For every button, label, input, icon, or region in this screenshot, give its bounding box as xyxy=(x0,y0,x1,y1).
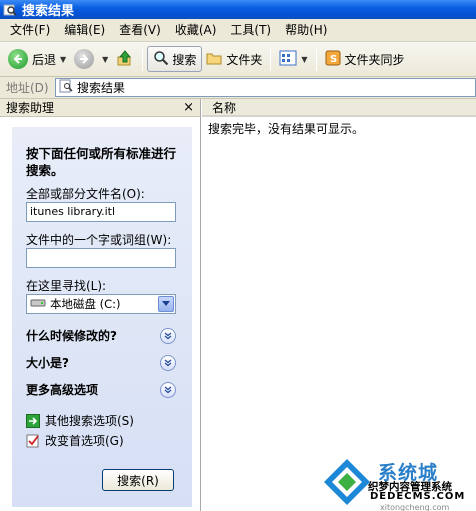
search-window-icon xyxy=(3,3,17,17)
views-dropdown-icon[interactable]: ▼ xyxy=(301,55,307,64)
section-advanced-options[interactable]: 更多高级选项 xyxy=(26,381,176,398)
menu-bar: 文件(F) 编辑(E) 查看(V) 收藏(A) 工具(T) 帮助(H) xyxy=(0,19,476,42)
toolbar-separator xyxy=(270,47,272,71)
phrase-label: 文件中的一个字或词组(W): xyxy=(26,233,172,247)
section-label: 什么时候修改的? xyxy=(26,329,117,343)
toolbar-separator xyxy=(315,47,317,71)
window-title: 搜索结果 xyxy=(22,4,75,19)
drive-icon xyxy=(30,297,46,311)
menu-tools[interactable]: 工具(T) xyxy=(224,19,279,42)
results-pane: 名称 搜索完毕，没有结果可显示。 xyxy=(202,99,476,511)
other-search-options-link[interactable]: 其他搜索选项(S) xyxy=(26,412,134,429)
sync-icon: S xyxy=(325,50,341,69)
folder-sync-button[interactable]: S 文件夹同步 xyxy=(321,46,409,72)
watermark: 系统城 织梦内容管理系统 DEDECMS.COM xitongcheng.com xyxy=(320,455,476,511)
menu-favorites[interactable]: 收藏(A) xyxy=(169,19,225,42)
menu-help[interactable]: 帮助(H) xyxy=(279,19,335,42)
search-prompt: 按下面任何或所有标准进行搜索。 xyxy=(26,146,177,178)
forward-dropdown-icon[interactable]: ▼ xyxy=(102,55,108,64)
pane-header: 搜索助理 × xyxy=(0,99,200,117)
up-folder-button[interactable] xyxy=(112,46,138,72)
back-label: 后退 xyxy=(32,52,57,67)
toolbar: 后退 ▼ ▼ 搜索 文件夹 ▼ S 文件夹同步 xyxy=(0,42,476,77)
section-size[interactable]: 大小是? xyxy=(26,354,176,371)
title-bar: 搜索结果 xyxy=(0,0,476,19)
back-button[interactable]: 后退 ▼ xyxy=(4,46,70,72)
views-grid-icon xyxy=(279,50,297,69)
search-button[interactable]: 搜索 xyxy=(147,46,203,72)
search-submit-button[interactable]: 搜索(R) xyxy=(102,469,174,491)
address-value: 搜索结果 xyxy=(77,81,126,95)
filename-input[interactable]: itunes library.itl xyxy=(26,202,176,222)
empty-results-message: 搜索完毕，没有结果可显示。 xyxy=(208,122,365,136)
change-preferences-link[interactable]: 改变首选项(G) xyxy=(26,432,124,449)
search-results-icon xyxy=(59,79,73,96)
watermark-site-domain: xitongcheng.com xyxy=(380,503,450,511)
svg-text:S: S xyxy=(330,54,337,65)
sync-label: 文件夹同步 xyxy=(344,52,405,67)
phrase-input[interactable] xyxy=(26,248,176,268)
search-label: 搜索 xyxy=(172,52,197,67)
menu-edit[interactable]: 编辑(E) xyxy=(58,19,113,42)
menu-file[interactable]: 文件(F) xyxy=(4,19,58,42)
forward-button[interactable]: ▼ xyxy=(70,46,112,72)
section-modified-date[interactable]: 什么时候修改的? xyxy=(26,327,176,344)
views-button[interactable]: ▼ xyxy=(275,46,311,72)
toolbar-separator xyxy=(142,47,144,71)
expand-chevron-icon[interactable] xyxy=(160,381,176,398)
filename-label: 全部或部分文件名(O): xyxy=(26,187,145,201)
up-arrow-icon xyxy=(116,49,134,70)
expand-chevron-icon[interactable] xyxy=(160,327,176,344)
expand-chevron-icon[interactable] xyxy=(160,354,176,371)
lookin-label: 在这里寻找(L): xyxy=(26,279,107,293)
link-label: 改变首选项(G) xyxy=(45,434,124,448)
lookin-value: 本地磁盘 (C:) xyxy=(50,297,121,311)
watermark-logo-icon xyxy=(324,459,370,505)
search-criteria-panel: 按下面任何或所有标准进行搜索。 全部或部分文件名(O): itunes libr… xyxy=(12,127,192,507)
forward-arrow-icon xyxy=(74,49,95,69)
column-header-name[interactable]: 名称 xyxy=(202,99,476,117)
back-arrow-icon xyxy=(8,49,28,69)
lookin-select[interactable]: 本地磁盘 (C:) xyxy=(26,294,176,314)
address-bar: 地址(D) 搜索结果 xyxy=(0,77,476,99)
search-icon xyxy=(153,50,169,69)
close-icon[interactable]: × xyxy=(183,100,194,115)
pane-title: 搜索助理 xyxy=(6,101,55,115)
back-dropdown-icon[interactable]: ▼ xyxy=(60,55,66,64)
preferences-check-icon xyxy=(26,434,40,448)
folders-label: 文件夹 xyxy=(226,52,263,67)
green-arrow-icon xyxy=(26,413,40,428)
watermark-cms-domain: DEDECMS.COM xyxy=(370,491,466,502)
address-label: 地址(D) xyxy=(6,81,49,95)
menu-view[interactable]: 查看(V) xyxy=(113,19,169,42)
search-assistant-pane: 搜索助理 × 按下面任何或所有标准进行搜索。 全部或部分文件名(O): itun… xyxy=(0,99,201,511)
link-label: 其他搜索选项(S) xyxy=(45,414,134,428)
folder-icon xyxy=(206,51,222,68)
folders-button[interactable]: 文件夹 xyxy=(202,46,266,72)
section-label: 更多高级选项 xyxy=(26,383,99,397)
address-field[interactable]: 搜索结果 xyxy=(55,78,476,97)
chevron-down-icon[interactable] xyxy=(158,296,174,312)
section-label: 大小是? xyxy=(26,356,69,370)
